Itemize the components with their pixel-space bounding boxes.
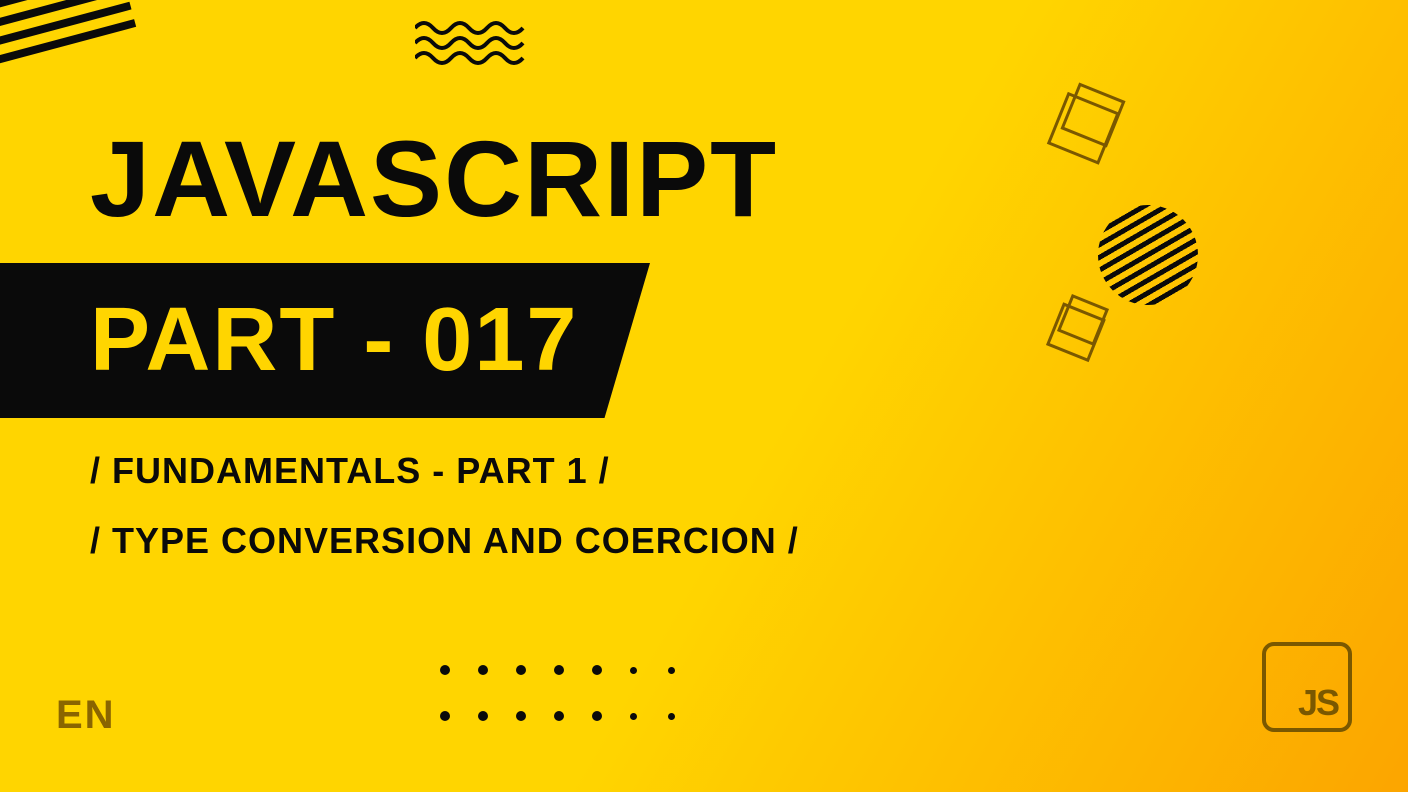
js-logo-text: JS	[1298, 682, 1338, 724]
circle-decoration	[1098, 205, 1198, 305]
square-decoration	[1060, 82, 1125, 147]
course-title: JAVASCRIPT	[90, 125, 778, 233]
subtitle-topic: / TYPE CONVERSION AND COERCION /	[90, 520, 799, 562]
language-badge: EN	[56, 693, 116, 738]
js-logo-icon: JS	[1262, 642, 1352, 732]
square-decoration-2	[1057, 294, 1109, 346]
part-banner: PART - 017	[0, 263, 650, 418]
dots-decoration	[440, 665, 702, 747]
waves-decoration	[415, 18, 525, 68]
subtitle-section: / FUNDAMENTALS - PART 1 /	[90, 450, 610, 492]
stripes-decoration	[0, 0, 141, 90]
part-label: PART - 017	[90, 289, 578, 392]
